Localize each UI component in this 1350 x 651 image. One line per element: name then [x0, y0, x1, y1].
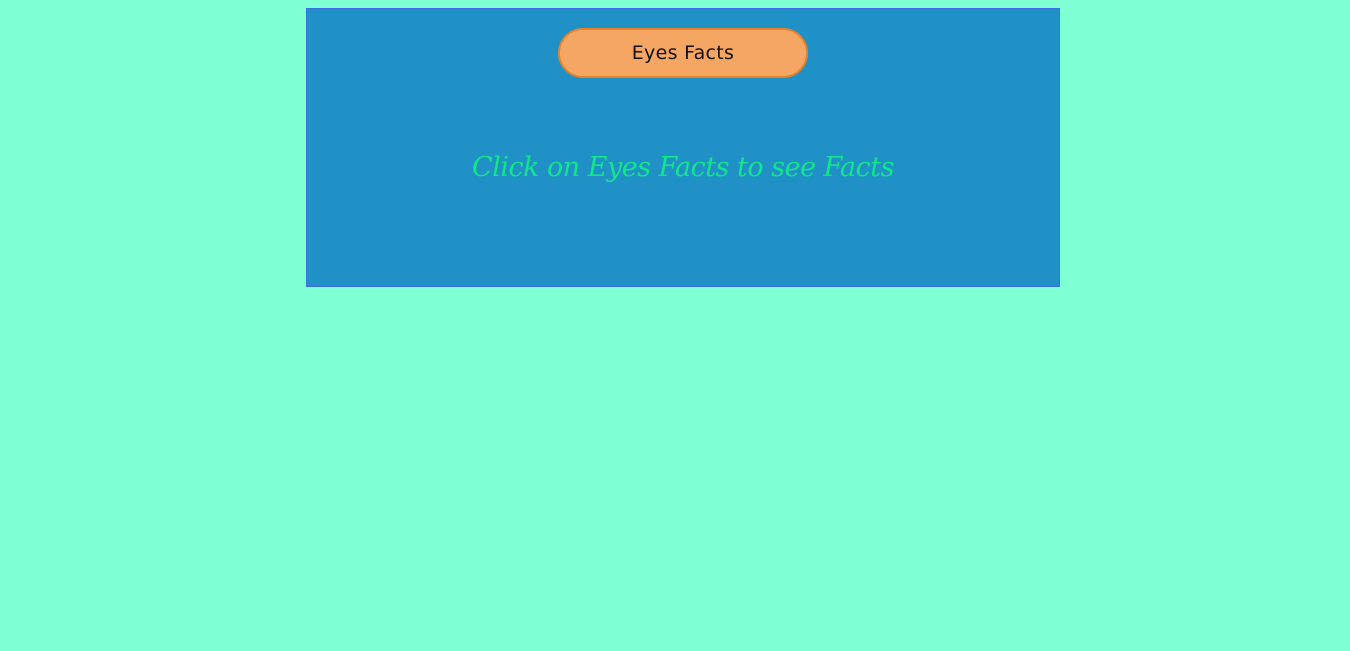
instruction-text: Click on Eyes Facts to see Facts [472, 152, 894, 183]
facts-card: Eyes Facts Click on Eyes Facts to see Fa… [306, 8, 1060, 287]
eyes-facts-button[interactable]: Eyes Facts [558, 28, 808, 78]
